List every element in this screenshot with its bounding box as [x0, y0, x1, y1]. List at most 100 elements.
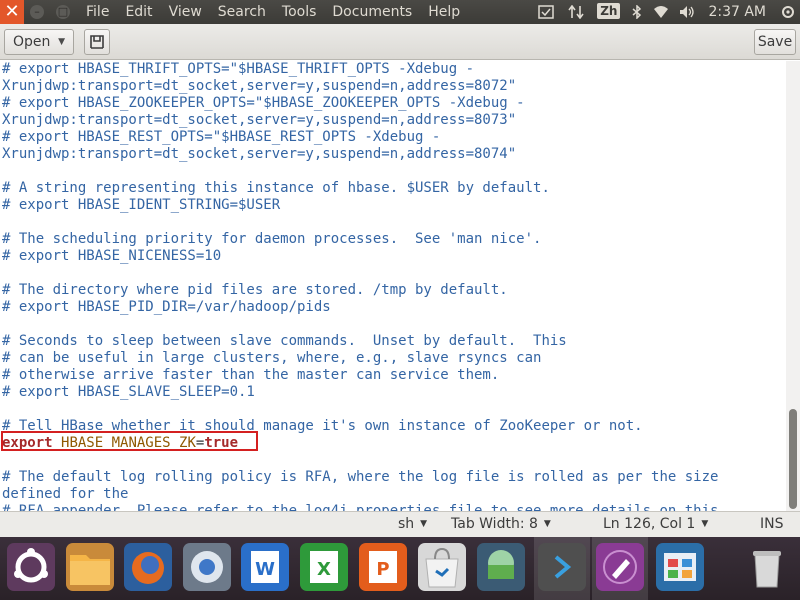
- vscode-icon[interactable]: [538, 543, 586, 591]
- menubar: File Edit View Search Tools Documents He…: [78, 0, 468, 24]
- code-token-comment: # A string representing this instance of…: [2, 180, 550, 196]
- volume-icon[interactable]: [674, 0, 700, 24]
- code-line: # export HBASE_NICENESS=10: [2, 248, 786, 265]
- cursor-position[interactable]: Ln 126, Col 1 ▼: [603, 512, 708, 536]
- system-indicators: Zh 2:37 AM: [531, 0, 800, 24]
- svg-text:W: W: [255, 559, 275, 580]
- open-label: Open: [13, 34, 51, 50]
- code-token-comment: # The directory where pid files are stor…: [2, 282, 508, 298]
- menu-file[interactable]: File: [78, 0, 117, 24]
- code-token-comment: # Seconds to sleep between slave command…: [2, 333, 567, 349]
- code-token-comment: Xrunjdwp:transport=dt_socket,server=y,su…: [2, 146, 517, 162]
- code-line: # export HBASE_PID_DIR=/var/hadoop/pids: [2, 299, 786, 316]
- files-icon[interactable]: [66, 543, 114, 591]
- wifi-icon[interactable]: [648, 0, 674, 24]
- power-gear-icon[interactable]: [776, 0, 800, 24]
- code-line: defined for the: [2, 486, 786, 503]
- text-editor-icon[interactable]: [596, 543, 644, 591]
- android-studio-icon[interactable]: [477, 543, 525, 591]
- code-token-comment: # RFA appender. Please refer to the log4…: [2, 503, 719, 511]
- code-line: # export HBASE_THRIFT_OPTS="$HBASE_THRIF…: [2, 61, 786, 78]
- code-token-comment: Xrunjdwp:transport=dt_socket,server=y,su…: [2, 78, 517, 94]
- keyboard-layout-indicator[interactable]: Zh: [597, 0, 621, 24]
- code-line: Xrunjdwp:transport=dt_socket,server=y,su…: [2, 146, 786, 163]
- bluetooth-icon[interactable]: [626, 0, 648, 24]
- text-editor-area[interactable]: # export HBASE_THRIFT_OPTS="$HBASE_THRIF…: [0, 61, 786, 511]
- chromium-icon[interactable]: [183, 543, 231, 591]
- mail-icon[interactable]: [531, 0, 561, 24]
- menu-tools[interactable]: Tools: [274, 0, 325, 24]
- code-token-comment: # export HBASE_PID_DIR=/var/hadoop/pids: [2, 299, 331, 315]
- language-selector[interactable]: sh ▼: [398, 512, 427, 536]
- vertical-scrollbar[interactable]: [786, 61, 800, 511]
- code-token-kw: export: [2, 435, 53, 451]
- code-token-comment: Xrunjdwp:transport=dt_socket,server=y,su…: [2, 112, 517, 128]
- chevron-down-icon: ▼: [701, 519, 709, 529]
- menu-edit[interactable]: Edit: [117, 0, 160, 24]
- chevron-down-icon: ▼: [543, 519, 551, 529]
- code-line: # export HBASE_SLAVE_SLEEP=0.1: [2, 384, 786, 401]
- app-grid-icon[interactable]: [656, 543, 704, 591]
- ubuntu-dash-icon[interactable]: [7, 543, 55, 591]
- launcher-dock: W X P: [0, 537, 800, 600]
- code-line: # otherwise arrive faster than the maste…: [2, 367, 786, 384]
- wps-spreadsheets-icon[interactable]: X: [300, 543, 348, 591]
- menu-documents[interactable]: Documents: [324, 0, 420, 24]
- code-token-comment: # export HBASE_IDENT_STRING=$USER: [2, 197, 281, 213]
- chevron-down-icon: ▼: [58, 37, 65, 47]
- code-token-comment: # export HBASE_NICENESS=10: [2, 248, 222, 264]
- code-line: # export HBASE_REST_OPTS="$HBASE_REST_OP…: [2, 129, 786, 146]
- code-token-op: [53, 435, 61, 451]
- code-token-val: true: [204, 435, 239, 451]
- open-button[interactable]: Open ▼: [4, 29, 74, 55]
- code-token-comment: # can be useful in large clusters, where…: [2, 350, 542, 366]
- code-line: # The default log rolling policy is RFA,…: [2, 469, 786, 486]
- code-line: Xrunjdwp:transport=dt_socket,server=y,su…: [2, 78, 786, 95]
- svg-text:P: P: [376, 559, 389, 580]
- software-center-icon[interactable]: [418, 543, 466, 591]
- menu-view[interactable]: View: [161, 0, 210, 24]
- code-token-comment: # export HBASE_ZOOKEEPER_OPTS="$HBASE_ZO…: [2, 95, 525, 111]
- code-view[interactable]: # export HBASE_THRIFT_OPTS="$HBASE_THRIF…: [0, 61, 786, 511]
- wps-presentation-icon[interactable]: P: [359, 543, 407, 591]
- code-line: # Tell HBase whether it should manage it…: [2, 418, 786, 435]
- maximize-window-button[interactable]: □: [56, 5, 70, 19]
- firefox-icon[interactable]: [124, 543, 172, 591]
- code-line: # A string representing this instance of…: [2, 180, 786, 197]
- network-transfer-icon[interactable]: [561, 0, 591, 24]
- code-token-id: HBASE_MANAGES_ZK: [61, 435, 196, 451]
- top-panel: ✕ – □ File Edit View Search Tools Docume…: [0, 0, 800, 24]
- code-token-comment: # export HBASE_SLAVE_SLEEP=0.1: [2, 384, 255, 400]
- code-token-comment: # The scheduling priority for daemon pro…: [2, 231, 542, 247]
- wps-writer-icon[interactable]: W: [241, 543, 289, 591]
- new-tab-icon: [90, 35, 104, 49]
- code-token-comment: # The default log rolling policy is RFA,…: [2, 469, 719, 485]
- clock[interactable]: 2:37 AM: [700, 0, 776, 24]
- code-line: export HBASE_MANAGES_ZK=true: [2, 435, 786, 452]
- code-token-comment: # export HBASE_THRIFT_OPTS="$HBASE_THRIF…: [2, 61, 475, 77]
- code-line: # export HBASE_IDENT_STRING=$USER: [2, 197, 786, 214]
- code-token-comment: # export HBASE_REST_OPTS="$HBASE_REST_OP…: [2, 129, 441, 145]
- tab-width-selector[interactable]: Tab Width: 8 ▼: [451, 512, 551, 536]
- code-line: # The directory where pid files are stor…: [2, 282, 786, 299]
- code-token-comment: defined for the: [2, 486, 129, 502]
- code-token-comment: # otherwise arrive faster than the maste…: [2, 367, 500, 383]
- chevron-down-icon: ▼: [420, 519, 428, 529]
- code-token-comment: # Tell HBase whether it should manage it…: [2, 418, 643, 434]
- svg-text:X: X: [317, 559, 331, 580]
- scrollbar-thumb[interactable]: [789, 409, 797, 509]
- save-button[interactable]: Save: [754, 29, 796, 55]
- insert-mode-indicator: INS: [760, 516, 784, 532]
- minimize-window-button[interactable]: –: [30, 5, 44, 19]
- menu-search[interactable]: Search: [210, 0, 274, 24]
- trash-icon[interactable]: [743, 543, 791, 591]
- new-document-button[interactable]: [84, 29, 110, 55]
- menu-help[interactable]: Help: [420, 0, 468, 24]
- close-window-button[interactable]: ✕: [0, 0, 24, 24]
